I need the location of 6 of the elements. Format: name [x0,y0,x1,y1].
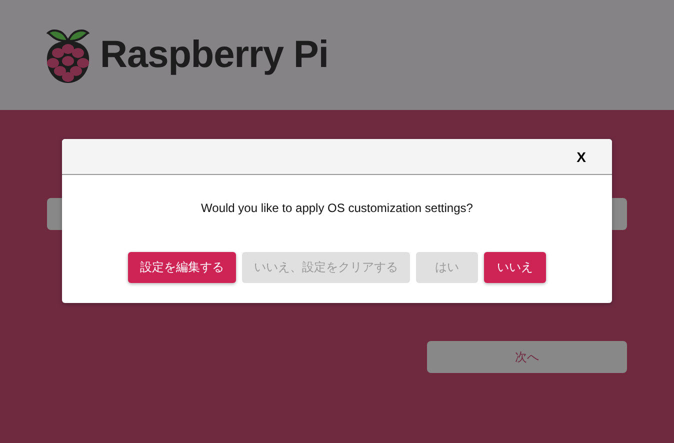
close-button[interactable]: X [574,148,588,164]
dialog-button[interactable]: いいえ [484,252,546,283]
dialog-message: Would you like to apply OS customization settings? [200,201,474,215]
dialog-button[interactable]: 設定を編集する [128,252,236,283]
app-title: Raspberry Pi [100,34,328,76]
next-button[interactable]: 次へ [427,341,627,373]
